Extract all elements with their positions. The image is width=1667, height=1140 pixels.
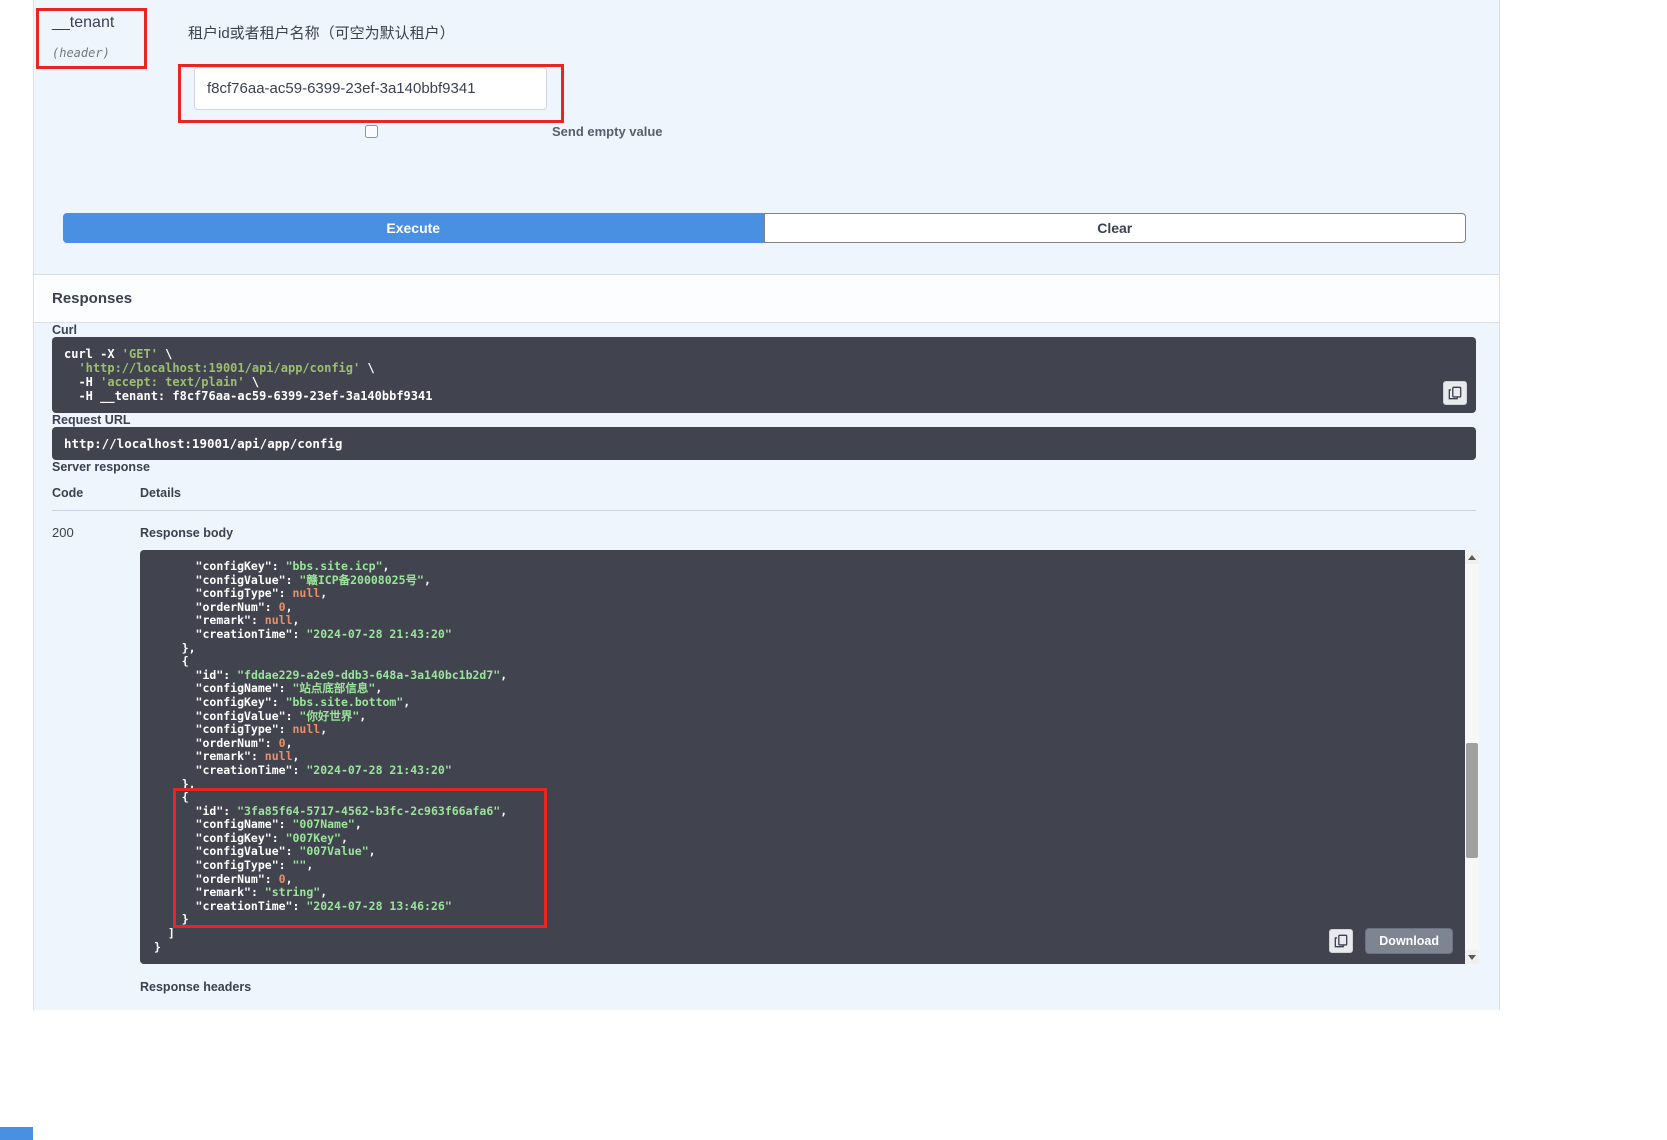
execute-row: Execute Clear <box>63 213 1466 243</box>
curl-code-block: curl -X 'GET' \ 'http://localhost:19001/… <box>52 337 1476 413</box>
response-body-panel: "configKey": "bbs.site.icp", "configValu… <box>140 550 1479 964</box>
response-body-label: Response body <box>140 526 1479 540</box>
swagger-page: __tenant (header) 租户id或者租户名称（可空为默认租户） Se… <box>0 0 1667 1140</box>
parameter-name: __tenant <box>52 12 188 32</box>
send-empty-label: Send empty value <box>552 124 663 139</box>
response-details: Response body "configKey": "bbs.site.icp… <box>140 525 1479 994</box>
copy-curl-button[interactable] <box>1443 381 1467 405</box>
get-opblock: __tenant (header) 租户id或者租户名称（可空为默认租户） Se… <box>33 0 1500 1010</box>
curl-command: curl -X 'GET' \ 'http://localhost:19001/… <box>64 347 1464 403</box>
scroll-up-arrow-icon[interactable] <box>1465 550 1479 564</box>
download-button[interactable]: Download <box>1365 928 1453 954</box>
request-url-block: http://localhost:19001/api/app/config <box>52 427 1476 460</box>
next-opblock-partial <box>0 1127 33 1140</box>
scrollbar-thumb[interactable] <box>1466 743 1478 858</box>
server-response-table: Code Details 200 Response body "configKe… <box>52 486 1476 994</box>
server-response-label: Server response <box>52 460 1476 474</box>
parameter-location: (header) <box>52 46 188 60</box>
status-code: 200 <box>52 525 140 994</box>
copy-response-button[interactable] <box>1329 929 1353 953</box>
request-url-label: Request URL <box>52 413 1476 427</box>
scroll-down-arrow-icon[interactable] <box>1465 950 1479 964</box>
server-response-row: 200 Response body "configKey": "bbs.site… <box>52 511 1476 994</box>
execute-button[interactable]: Execute <box>63 213 764 243</box>
responses-title: Responses <box>52 290 1481 307</box>
server-response-table-header: Code Details <box>52 486 1476 511</box>
parameter-name-column: __tenant (header) <box>52 12 188 139</box>
parameter-description-column: 租户id或者租户名称（可空为默认租户） Send empty value <box>188 12 1481 139</box>
response-headers-label: Response headers <box>140 980 1479 994</box>
clipboard-icon <box>1448 386 1462 400</box>
curl-label: Curl <box>52 323 1476 337</box>
clear-button[interactable]: Clear <box>764 213 1467 243</box>
clipboard-icon <box>1334 934 1348 948</box>
responses-header: Responses <box>34 274 1499 323</box>
send-empty-checkbox[interactable] <box>365 125 378 138</box>
send-empty-row: Send empty value <box>188 124 1481 139</box>
parameter-description: 租户id或者租户名称（可空为默认租户） <box>188 22 1481 43</box>
responses-body: Curl curl -X 'GET' \ 'http://localhost:1… <box>34 323 1499 1010</box>
request-url-value: http://localhost:19001/api/app/config <box>64 436 1464 451</box>
code-column-header: Code <box>52 486 140 500</box>
parameters-section: __tenant (header) 租户id或者租户名称（可空为默认租户） Se… <box>34 12 1499 139</box>
response-body-block: "configKey": "bbs.site.icp", "configValu… <box>140 550 1465 964</box>
response-body-controls: Download <box>1329 928 1453 954</box>
details-column-header: Details <box>140 486 1476 500</box>
response-body-code: "configKey": "bbs.site.icp", "configValu… <box>154 560 1451 954</box>
tenant-input[interactable] <box>194 67 547 110</box>
response-body-scrollbar[interactable] <box>1465 550 1479 964</box>
